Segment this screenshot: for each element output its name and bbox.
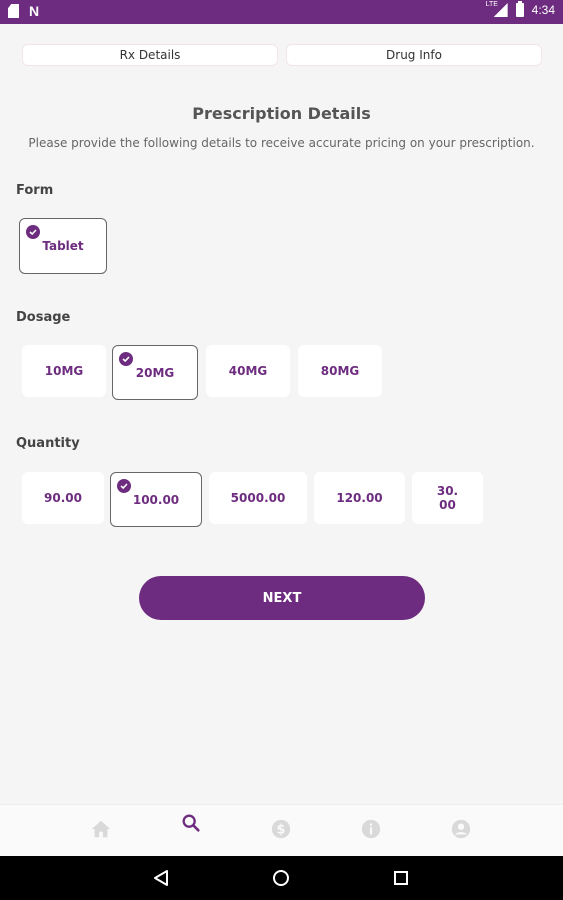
dosage-option-20mg[interactable]: 20MG [112, 345, 198, 400]
check-circle-icon [119, 352, 133, 366]
dollar-icon: $ [271, 819, 291, 839]
quantity-option-90[interactable]: 90.00 [22, 472, 104, 524]
system-nav-bar [0, 856, 563, 900]
option-label: 30. 00 [436, 484, 459, 512]
dosage-option-40mg[interactable]: 40MG [206, 345, 290, 397]
quantity-option-120[interactable]: 120.00 [314, 472, 405, 524]
option-label: 5000.00 [230, 491, 286, 505]
quantity-option-5000[interactable]: 5000.00 [209, 472, 307, 524]
n-notification-icon: N [29, 3, 40, 19]
option-label: 10MG [44, 364, 84, 378]
check-circle-icon [26, 225, 40, 239]
nav-account[interactable] [449, 817, 473, 841]
home-icon [91, 820, 111, 838]
battery-icon [515, 1, 524, 17]
info-icon [361, 819, 381, 839]
option-label: 80MG [320, 364, 360, 378]
search-icon [182, 814, 200, 832]
status-time: 4:34 [531, 3, 555, 17]
dosage-option-80mg[interactable]: 80MG [298, 345, 382, 397]
form-label: Form [16, 183, 54, 198]
nav-home[interactable] [89, 817, 113, 841]
next-button[interactable]: NEXT [139, 576, 425, 620]
back-button[interactable] [150, 867, 172, 889]
option-label: 100.00 [132, 492, 180, 507]
option-label: 120.00 [336, 491, 383, 505]
form-option-tablet[interactable]: Tablet [19, 218, 107, 274]
option-label: 20MG [135, 365, 175, 380]
network-type: LTE [485, 1, 498, 8]
nav-search[interactable] [179, 811, 203, 835]
option-label: 90.00 [44, 491, 82, 505]
back-triangle-icon [154, 870, 168, 886]
home-circle-icon [273, 870, 289, 886]
quantity-label: Quantity [16, 436, 80, 451]
top-tabs: Rx Details Drug Info [22, 44, 542, 66]
signal-icon: LTE [485, 1, 508, 17]
check-circle-icon [117, 479, 131, 493]
dosage-option-10mg[interactable]: 10MG [22, 345, 106, 397]
status-bar: N LTE 4:34 [0, 0, 563, 24]
page-subtitle: Please provide the following details to … [28, 136, 535, 150]
home-nav-button[interactable] [270, 867, 292, 889]
nav-info[interactable] [359, 817, 383, 841]
tab-rx-details[interactable]: Rx Details [22, 44, 278, 66]
account-icon [451, 819, 471, 839]
bottom-nav: $ [0, 804, 563, 856]
svg-text:$: $ [277, 823, 286, 838]
quantity-option-100[interactable]: 100.00 [110, 472, 202, 527]
dosage-label: Dosage [16, 310, 71, 325]
page-title: Prescription Details [192, 104, 371, 123]
quantity-option-30[interactable]: 30. 00 [412, 472, 483, 524]
tab-drug-info[interactable]: Drug Info [286, 44, 542, 66]
nav-pricing[interactable]: $ [269, 817, 293, 841]
recents-button[interactable] [390, 867, 412, 889]
option-label: Tablet [42, 239, 84, 253]
option-label: 40MG [228, 364, 268, 378]
sd-card-icon [8, 4, 19, 18]
recents-square-icon [394, 871, 408, 885]
